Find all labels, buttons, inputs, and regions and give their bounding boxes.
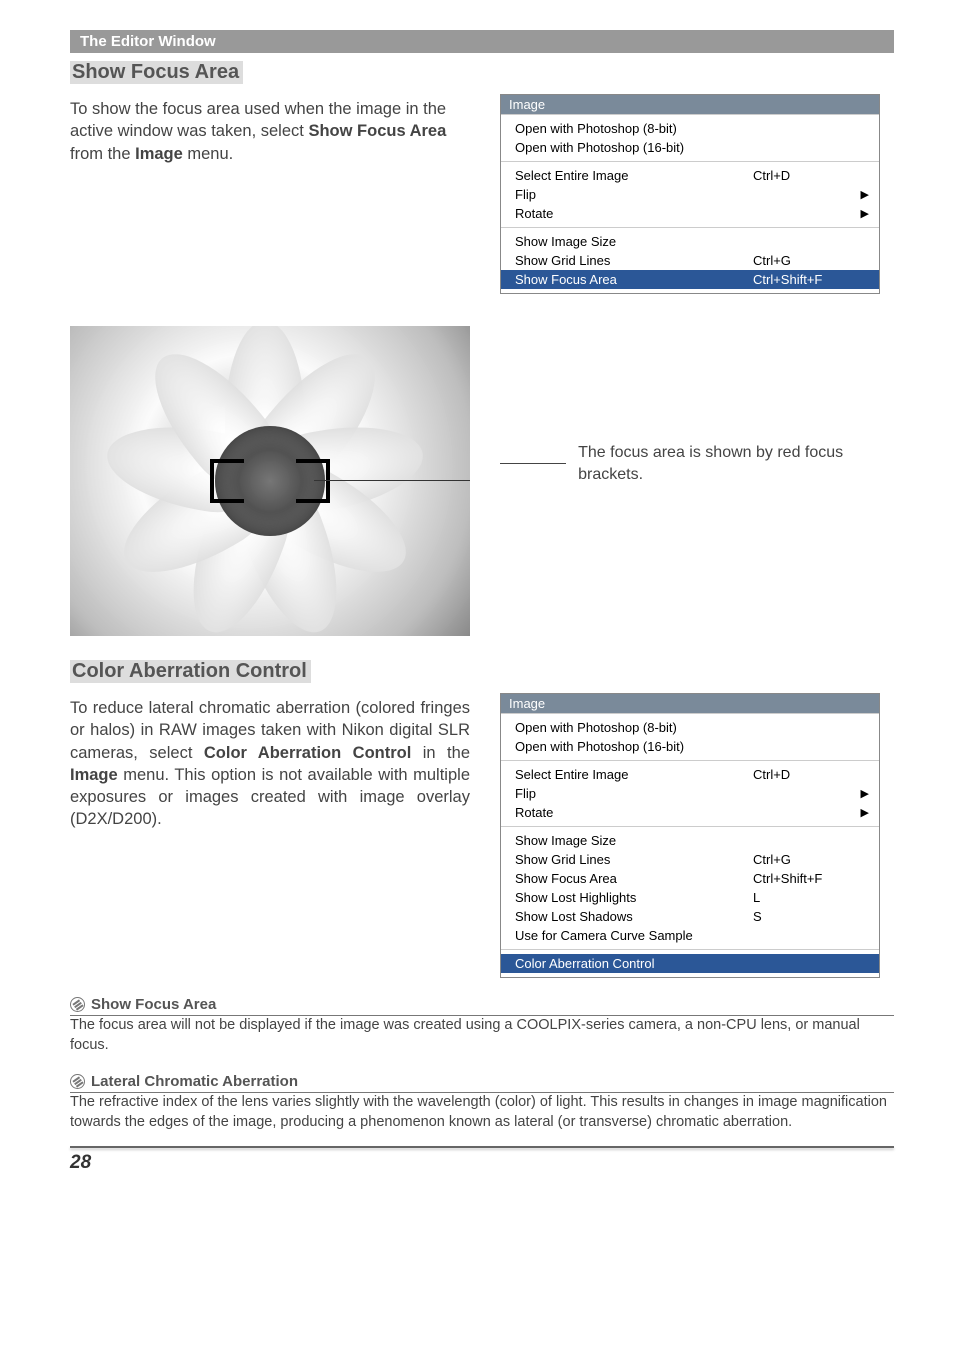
menu-item-open-16bit[interactable]: Open with Photoshop (16-bit) — [501, 737, 879, 756]
section-title: Show Focus Area — [70, 61, 243, 84]
text-bold: Image — [70, 766, 118, 784]
menu-item-label: Open with Photoshop (8-bit) — [515, 720, 753, 735]
menu-item-open-8bit[interactable]: Open with Photoshop (8-bit) — [501, 718, 879, 737]
text-bold: Show Focus Area — [308, 122, 446, 140]
menu-item-select-entire[interactable]: Select Entire ImageCtrl+D — [501, 765, 879, 784]
menu-item-label: Use for Camera Curve Sample — [515, 928, 753, 943]
menu-item-shortcut: Ctrl+Shift+F — [753, 871, 853, 886]
menu-item-label: Show Grid Lines — [515, 253, 753, 268]
menu-item-label: Open with Photoshop (16-bit) — [515, 140, 753, 155]
text: menu. This option is not available with … — [70, 766, 470, 829]
submenu-arrow-icon: ▶ — [853, 207, 869, 220]
menu-item-show-image-size[interactable]: Show Image Size — [501, 232, 879, 251]
submenu-arrow-icon: ▶ — [853, 787, 869, 800]
section-show-focus-area: Show Focus Area To show the focus area u… — [70, 61, 894, 636]
menu-item-rotate[interactable]: Rotate ▶ — [501, 803, 879, 822]
focus-bracket-right-icon — [296, 459, 330, 503]
menu-item-label: Select Entire Image — [515, 168, 753, 183]
menu-item-shortcut: S — [753, 909, 853, 924]
menu-item-label: Show Focus Area — [515, 871, 753, 886]
menu-title: Image — [501, 694, 879, 713]
section-title: Color Aberration Control — [70, 660, 311, 683]
menu-item-show-grid[interactable]: Show Grid LinesCtrl+G — [501, 850, 879, 869]
menu-item-camera-curve-sample[interactable]: Use for Camera Curve Sample — [501, 926, 879, 945]
menu-item-label: Show Image Size — [515, 833, 753, 848]
pencil-icon — [70, 997, 85, 1012]
menu-title: Image — [501, 95, 879, 114]
menu-item-open-8bit[interactable]: Open with Photoshop (8-bit) — [501, 119, 879, 138]
menu-item-select-entire[interactable]: Select Entire ImageCtrl+D — [501, 166, 879, 185]
image-menu-2: Image Open with Photoshop (8-bit) Open w… — [500, 693, 880, 978]
text-bold: Image — [135, 145, 183, 163]
section-color-aberration: Color Aberration Control To reduce later… — [70, 660, 894, 978]
sample-photo — [70, 326, 470, 636]
menu-item-shortcut: L — [753, 890, 853, 905]
menu-item-label: Rotate — [515, 206, 753, 221]
note-title-focus: Show Focus Area — [70, 996, 894, 1013]
menu-item-label: Open with Photoshop (16-bit) — [515, 739, 753, 754]
header-bar: The Editor Window — [70, 30, 894, 53]
note-body-focus: The focus area will not be displayed if … — [70, 1016, 894, 1055]
menu-item-color-aberration[interactable]: Color Aberration Control — [501, 954, 879, 973]
section2-body: To reduce lateral chromatic aberration (… — [70, 697, 470, 831]
note-body-chromatic: The refractive index of the lens varies … — [70, 1093, 894, 1132]
focus-bracket-left-icon — [210, 459, 244, 503]
flower-image — [70, 326, 470, 636]
menu-item-show-lost-shadows[interactable]: Show Lost ShadowsS — [501, 907, 879, 926]
menu-item-show-focus-area[interactable]: Show Focus AreaCtrl+Shift+F — [501, 270, 879, 289]
menu-item-shortcut: Ctrl+Shift+F — [753, 272, 853, 287]
menu-item-label: Select Entire Image — [515, 767, 753, 782]
menu-item-label: Show Image Size — [515, 234, 753, 249]
menu-item-label: Flip — [515, 786, 753, 801]
text: in the — [411, 744, 470, 762]
menu-item-label: Show Lost Highlights — [515, 890, 753, 905]
pencil-icon — [70, 1074, 85, 1089]
menu-item-show-lost-highlights[interactable]: Show Lost HighlightsL — [501, 888, 879, 907]
text: from the — [70, 145, 135, 163]
page: The Editor Window Show Focus Area To sho… — [0, 0, 954, 1194]
image-menu-1: Image Open with Photoshop (8-bit) Open w… — [500, 94, 880, 294]
leader-line — [314, 480, 470, 481]
menu-item-label: Show Lost Shadows — [515, 909, 753, 924]
note-title-text: Show Focus Area — [91, 996, 216, 1013]
menu-item-shortcut: Ctrl+G — [753, 253, 853, 268]
menu-item-open-16bit[interactable]: Open with Photoshop (16-bit) — [501, 138, 879, 157]
menu-item-shortcut: Ctrl+D — [753, 168, 853, 183]
menu-item-show-grid[interactable]: Show Grid LinesCtrl+G — [501, 251, 879, 270]
menu-item-show-image-size[interactable]: Show Image Size — [501, 831, 879, 850]
note-title-text: Lateral Chromatic Aberration — [91, 1073, 298, 1090]
menu-item-label: Color Aberration Control — [515, 956, 753, 971]
note-title-chromatic: Lateral Chromatic Aberration — [70, 1073, 894, 1090]
footer-rule — [70, 1146, 894, 1148]
text-bold: Color Aberration Control — [204, 744, 411, 762]
menu-item-flip[interactable]: Flip ▶ — [501, 784, 879, 803]
menu-item-label: Show Grid Lines — [515, 852, 753, 867]
menu-item-label: Rotate — [515, 805, 753, 820]
menu-item-flip[interactable]: Flip ▶ — [501, 185, 879, 204]
text: menu. — [183, 145, 233, 163]
menu-item-show-focus-area[interactable]: Show Focus AreaCtrl+Shift+F — [501, 869, 879, 888]
menu-item-shortcut: Ctrl+G — [753, 852, 853, 867]
submenu-arrow-icon: ▶ — [853, 188, 869, 201]
menu-item-label: Flip — [515, 187, 753, 202]
focus-caption: The focus area is shown by red focus bra… — [578, 442, 894, 485]
section1-body: To show the focus area used when the ima… — [70, 98, 470, 165]
menu-item-label: Open with Photoshop (8-bit) — [515, 121, 753, 136]
menu-item-rotate[interactable]: Rotate ▶ — [501, 204, 879, 223]
submenu-arrow-icon: ▶ — [853, 806, 869, 819]
leader-line — [500, 463, 566, 464]
menu-item-shortcut: Ctrl+D — [753, 767, 853, 782]
page-number: 28 — [70, 1152, 894, 1174]
menu-item-label: Show Focus Area — [515, 272, 753, 287]
